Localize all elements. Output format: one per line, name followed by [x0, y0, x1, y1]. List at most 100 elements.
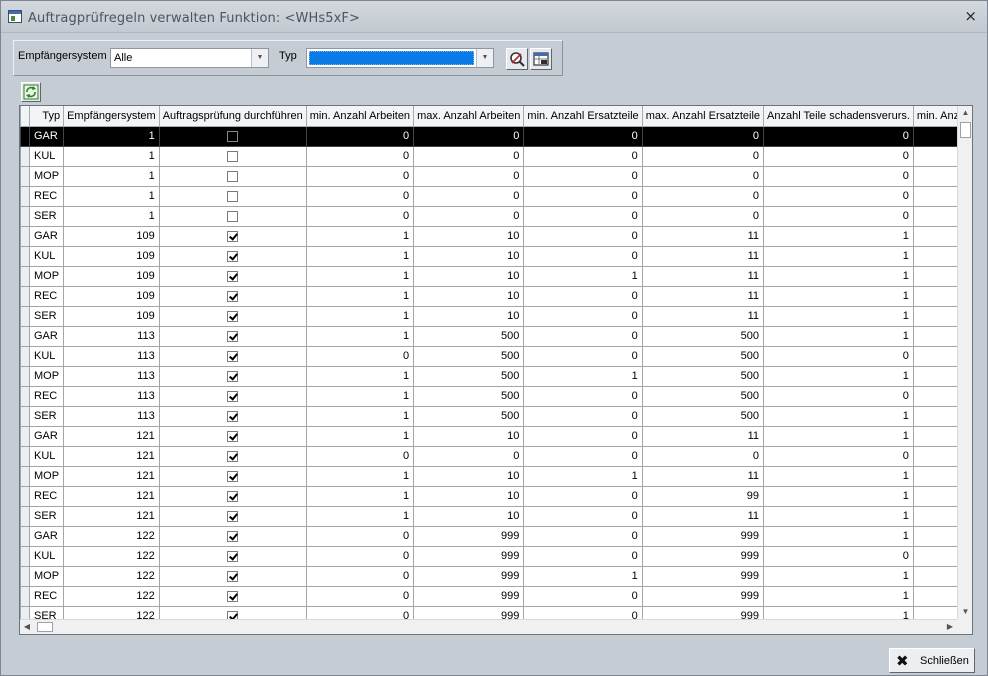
- col-header-max-arbeiten[interactable]: max. Anzahl Arbeiten: [413, 106, 525, 127]
- cell-min-arbeiten[interactable]: 1: [305, 365, 415, 387]
- cell-max-ersatzteile[interactable]: 11: [641, 505, 765, 527]
- cell-anzahl-teile[interactable]: 1: [763, 265, 914, 287]
- row-selector[interactable]: [20, 245, 30, 267]
- cell-max-ersatzteile[interactable]: 500: [641, 345, 765, 367]
- search-button[interactable]: [506, 48, 528, 70]
- cell-max-ersatzteile[interactable]: 500: [641, 405, 765, 427]
- table-row[interactable]: SER 1 0 0 0 0 0: [20, 205, 957, 227]
- cell-min-arbeiten[interactable]: 0: [305, 165, 415, 187]
- cell-anzahl-teile[interactable]: 1: [763, 605, 914, 619]
- table-row[interactable]: GAR 122 0 999 0 999 1: [20, 525, 957, 547]
- table-row[interactable]: GAR 109 1 10 0 11 1: [20, 225, 957, 247]
- checkbox-checked[interactable]: [227, 410, 239, 422]
- cell-empfaengersystem[interactable]: 109: [63, 305, 160, 327]
- col-header-min-anzahl[interactable]: min. Anzahl: [912, 106, 957, 127]
- cell-min-ersatzteile[interactable]: 0: [523, 525, 643, 547]
- cell-typ[interactable]: KUL: [28, 145, 65, 167]
- cell-auftragspruefung[interactable]: [158, 585, 307, 607]
- col-header-min-ersatzteile[interactable]: min. Anzahl Ersatzteile: [523, 106, 643, 127]
- refresh-button[interactable]: [21, 82, 41, 102]
- checkbox-unchecked[interactable]: [227, 130, 239, 142]
- col-header-min-arbeiten[interactable]: min. Anzahl Arbeiten: [305, 106, 415, 127]
- cell-typ[interactable]: REC: [28, 185, 65, 207]
- cell-min-ersatzteile[interactable]: 0: [523, 385, 643, 407]
- cell-min-arbeiten[interactable]: 1: [305, 385, 415, 407]
- row-selector[interactable]: [20, 605, 30, 619]
- cell-min-ersatzteile[interactable]: 0: [523, 545, 643, 567]
- cell-anzahl-teile[interactable]: 1: [763, 585, 914, 607]
- cell-empfaengersystem[interactable]: 1: [63, 205, 160, 227]
- cell-auftragspruefung[interactable]: [158, 605, 307, 619]
- cell-max-ersatzteile[interactable]: 999: [641, 545, 765, 567]
- cell-max-arbeiten[interactable]: 500: [413, 325, 525, 347]
- cell-min-arbeiten[interactable]: 1: [305, 405, 415, 427]
- cell-typ[interactable]: MOP: [28, 265, 65, 287]
- cell-anzahl-teile[interactable]: 0: [763, 145, 914, 167]
- cell-max-arbeiten[interactable]: 10: [413, 425, 525, 447]
- cell-min-arbeiten[interactable]: 0: [305, 345, 415, 367]
- row-selector[interactable]: [20, 425, 30, 447]
- cell-min-anzahl[interactable]: [912, 405, 957, 427]
- table-row[interactable]: GAR 1 0 0 0 0 0: [20, 125, 957, 147]
- cell-max-ersatzteile[interactable]: 11: [641, 265, 765, 287]
- cell-typ[interactable]: KUL: [28, 445, 65, 467]
- row-selector[interactable]: [20, 445, 30, 467]
- cell-empfaengersystem[interactable]: 113: [63, 385, 160, 407]
- cell-empfaengersystem[interactable]: 122: [63, 545, 160, 567]
- cell-min-anzahl[interactable]: [912, 365, 957, 387]
- cell-max-ersatzteile[interactable]: 999: [641, 605, 765, 619]
- cell-max-ersatzteile[interactable]: 0: [641, 185, 765, 207]
- cell-min-arbeiten[interactable]: 1: [305, 285, 415, 307]
- col-header-anzahl-teile[interactable]: Anzahl Teile schadensverurs.: [763, 106, 914, 127]
- scroll-down-icon[interactable]: ▼: [958, 605, 972, 619]
- table-row[interactable]: MOP 113 1 500 1 500 1: [20, 365, 957, 387]
- cell-min-anzahl[interactable]: [912, 585, 957, 607]
- cell-min-anzahl[interactable]: [912, 145, 957, 167]
- cell-min-arbeiten[interactable]: 0: [305, 145, 415, 167]
- cell-empfaengersystem[interactable]: 113: [63, 365, 160, 387]
- col-header-auftragspruefung[interactable]: Auftragsprüfung durchführen: [158, 106, 307, 127]
- cell-anzahl-teile[interactable]: 1: [763, 285, 914, 307]
- cell-auftragspruefung[interactable]: [158, 165, 307, 187]
- scroll-up-icon[interactable]: ▲: [958, 106, 972, 120]
- cell-min-arbeiten[interactable]: 1: [305, 225, 415, 247]
- cell-typ[interactable]: GAR: [28, 125, 65, 147]
- cell-typ[interactable]: GAR: [28, 525, 65, 547]
- cell-empfaengersystem[interactable]: 121: [63, 505, 160, 527]
- cell-min-anzahl[interactable]: [912, 525, 957, 547]
- cell-empfaengersystem[interactable]: 122: [63, 565, 160, 587]
- cell-typ[interactable]: GAR: [28, 425, 65, 447]
- row-selector[interactable]: [20, 565, 30, 587]
- vertical-scroll-thumb[interactable]: [960, 122, 971, 138]
- cell-min-arbeiten[interactable]: 1: [305, 505, 415, 527]
- cell-min-anzahl[interactable]: [912, 225, 957, 247]
- cell-empfaengersystem[interactable]: 113: [63, 405, 160, 427]
- cell-min-arbeiten[interactable]: 0: [305, 205, 415, 227]
- cell-empfaengersystem[interactable]: 113: [63, 325, 160, 347]
- checkbox-checked[interactable]: [227, 370, 239, 382]
- cell-min-arbeiten[interactable]: 0: [305, 585, 415, 607]
- cell-anzahl-teile[interactable]: 0: [763, 345, 914, 367]
- cell-typ[interactable]: MOP: [28, 165, 65, 187]
- cell-auftragspruefung[interactable]: [158, 525, 307, 547]
- cell-max-arbeiten[interactable]: 500: [413, 345, 525, 367]
- table-row[interactable]: SER 121 1 10 0 11 1: [20, 505, 957, 527]
- row-selector[interactable]: [20, 385, 30, 407]
- checkbox-checked[interactable]: [227, 590, 239, 602]
- scroll-right-icon[interactable]: ▶: [943, 620, 957, 634]
- cell-empfaengersystem[interactable]: 109: [63, 285, 160, 307]
- cell-min-anzahl[interactable]: [912, 605, 957, 619]
- col-header-max-ersatzteile[interactable]: max. Anzahl Ersatzteile: [641, 106, 765, 127]
- cell-min-anzahl[interactable]: [912, 125, 957, 147]
- cell-empfaengersystem[interactable]: 121: [63, 485, 160, 507]
- cell-max-ersatzteile[interactable]: 999: [641, 525, 765, 547]
- checkbox-checked[interactable]: [227, 250, 239, 262]
- cell-min-anzahl[interactable]: [912, 245, 957, 267]
- row-selector[interactable]: [20, 125, 30, 147]
- cell-auftragspruefung[interactable]: [158, 365, 307, 387]
- cell-empfaengersystem[interactable]: 109: [63, 245, 160, 267]
- table-row[interactable]: SER 122 0 999 0 999 1: [20, 605, 957, 619]
- row-selector[interactable]: [20, 145, 30, 167]
- checkbox-checked[interactable]: [227, 290, 239, 302]
- cell-max-arbeiten[interactable]: 10: [413, 285, 525, 307]
